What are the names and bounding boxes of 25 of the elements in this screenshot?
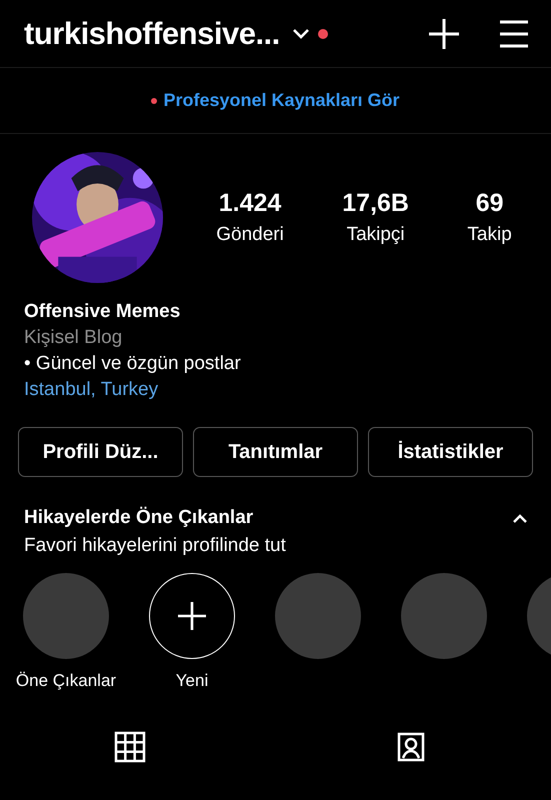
highlight-label[interactable]: Öne Çıkanlar <box>16 671 116 691</box>
professional-link[interactable]: Profesyonel Kaynakları Gör <box>163 90 400 111</box>
stat-count[interactable]: 1.424 <box>218 189 282 218</box>
stat-label[interactable]: Takipçi <box>346 224 405 246</box>
highlights-subtitle: Favori hikayelerini profilinde tut <box>23 534 287 557</box>
grid-icon[interactable] <box>114 731 146 763</box>
location-link[interactable]: Istanbul, Turkey <box>24 379 527 401</box>
caret-up-icon[interactable] <box>513 514 527 522</box>
bio-text: • Güncel ve özgün postlar <box>24 353 242 375</box>
profile-name: Offensive Memes <box>24 301 182 323</box>
profile-category: Kişisel Blog <box>24 327 124 349</box>
stat-label[interactable]: Gönderi <box>216 224 284 246</box>
plus-icon <box>177 601 207 631</box>
plus-icon[interactable] <box>427 16 461 50</box>
stat-count[interactable]: 69 <box>476 189 504 218</box>
profile-action-button[interactable]: Tanıtımlar <box>193 427 358 477</box>
profile-action-button[interactable]: İstatistikler <box>368 427 533 477</box>
alert-dot <box>151 98 158 104</box>
highlights-title: Hikayelerde Öne Çıkanlar <box>24 507 254 529</box>
profile-action-button[interactable]: Profili Düz... <box>18 427 183 477</box>
highlight-label[interactable]: Yeni <box>176 671 208 691</box>
stat-count[interactable]: 17,6B <box>342 189 409 218</box>
chevron-down-icon[interactable] <box>292 28 310 40</box>
username[interactable]: turkishoffensive... <box>24 16 280 52</box>
stat-label[interactable]: Takip <box>467 224 512 246</box>
